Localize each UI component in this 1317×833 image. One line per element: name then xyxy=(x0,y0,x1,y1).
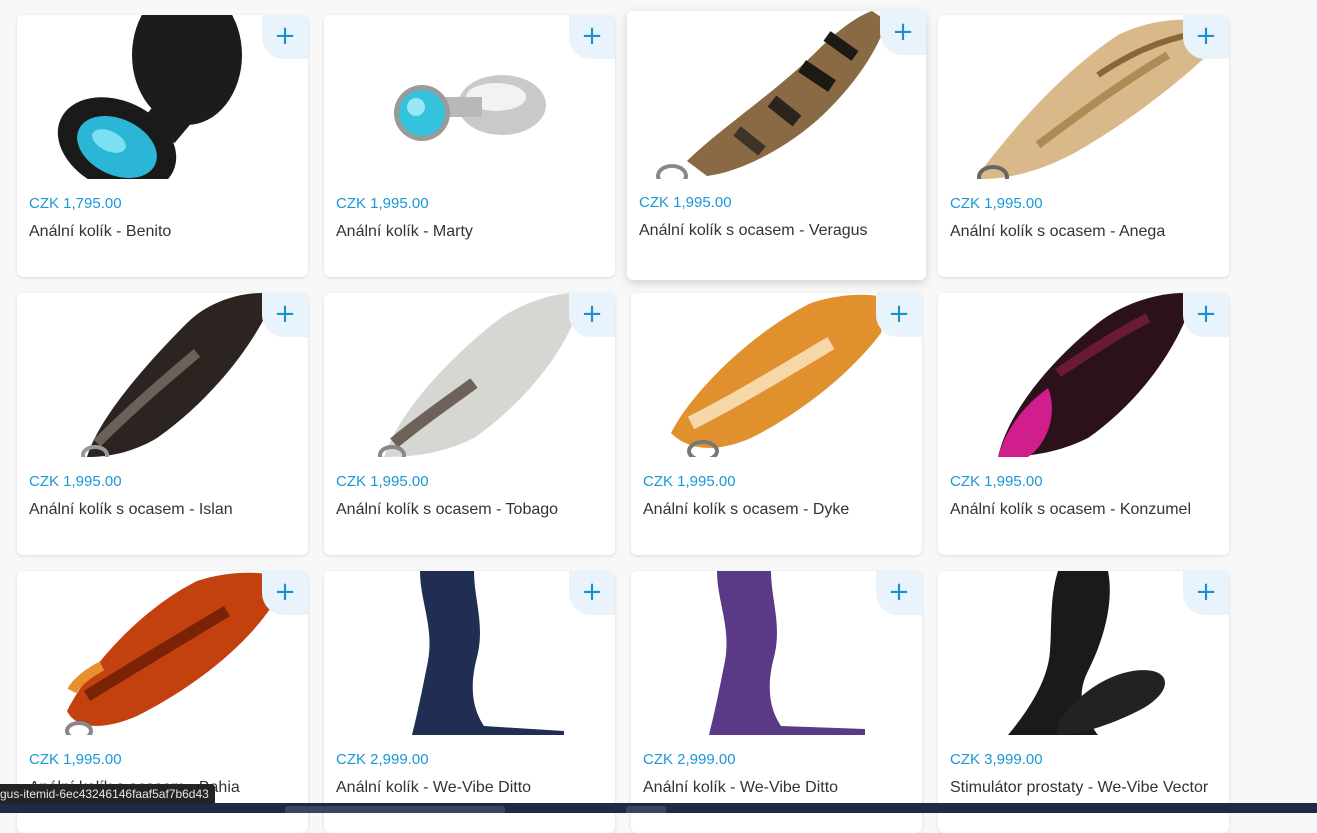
product-name[interactable]: Anální kolík - We-Vibe Ditto xyxy=(336,777,606,798)
product-name[interactable]: Anální kolík s ocasem - Konzumel xyxy=(950,499,1220,520)
add-to-cart-button[interactable]: + xyxy=(1183,15,1229,59)
add-to-cart-button[interactable]: + xyxy=(569,293,615,337)
add-to-cart-button[interactable]: + xyxy=(262,15,308,59)
product-price: CZK 1,995.00 xyxy=(639,194,732,211)
product-price: CZK 1,995.00 xyxy=(29,751,122,768)
product-price: CZK 1,995.00 xyxy=(950,195,1043,212)
product-card[interactable]: + CZK 1,995.00 Anální kolík s ocasem - D… xyxy=(631,293,922,555)
product-name[interactable]: Anální kolík - Benito xyxy=(29,221,299,242)
product-card[interactable]: + CZK 1,995.00 Anální kolík s ocasem - I… xyxy=(17,293,308,555)
add-to-cart-button[interactable]: + xyxy=(1183,571,1229,615)
product-name[interactable]: Anální kolík - We-Vibe Ditto xyxy=(643,777,913,798)
taskbar-item[interactable] xyxy=(285,806,505,813)
product-price: CZK 1,995.00 xyxy=(29,473,122,490)
add-to-cart-button[interactable]: + xyxy=(569,15,615,59)
add-to-cart-button[interactable]: + xyxy=(262,293,308,337)
product-card[interactable]: + CZK 1,995.00 Anální kolík s ocasem - T… xyxy=(324,293,615,555)
add-to-cart-button[interactable]: + xyxy=(880,11,926,55)
add-to-cart-button[interactable]: + xyxy=(262,571,308,615)
product-price: CZK 1,995.00 xyxy=(336,195,429,212)
product-name[interactable]: Anální kolík s ocasem - Anega xyxy=(950,221,1220,242)
product-card[interactable]: + CZK 1,995.00 Anální kolík - Marty xyxy=(324,15,615,277)
product-name[interactable]: Anální kolík s ocasem - Tobago xyxy=(336,499,606,520)
product-price: CZK 1,795.00 xyxy=(29,195,122,212)
product-name[interactable]: Stimulátor prostaty - We-Vibe Vector xyxy=(950,777,1220,798)
product-card[interactable]: + CZK 3,999.00 Stimulátor prostaty - We-… xyxy=(938,571,1229,833)
product-name[interactable]: Anální kolík s ocasem - Dyke xyxy=(643,499,913,520)
product-price: CZK 3,999.00 xyxy=(950,751,1043,768)
add-to-cart-button[interactable]: + xyxy=(1183,293,1229,337)
add-to-cart-button[interactable]: + xyxy=(569,571,615,615)
product-card[interactable]: + CZK 1,995.00 Anální kolík s ocasem - K… xyxy=(938,293,1229,555)
product-price: CZK 1,995.00 xyxy=(336,473,429,490)
product-price: CZK 2,999.00 xyxy=(643,751,736,768)
product-name[interactable]: Anální kolík s ocasem - Islan xyxy=(29,499,299,520)
product-card[interactable]: + CZK 1,995.00 Anální kolík s ocasem - V… xyxy=(627,11,926,280)
product-name[interactable]: Anální kolík - Marty xyxy=(336,221,606,242)
product-price: CZK 1,995.00 xyxy=(643,473,736,490)
product-price: CZK 2,999.00 xyxy=(336,751,429,768)
product-card[interactable]: + CZK 2,999.00 Anální kolík - We-Vibe Di… xyxy=(631,571,922,833)
add-to-cart-button[interactable]: + xyxy=(876,571,922,615)
product-card[interactable]: + CZK 1,995.00 Anální kolík s ocasem - A… xyxy=(938,15,1229,277)
product-card[interactable]: + CZK 1,795.00 Anální kolík - Benito xyxy=(17,15,308,277)
product-name[interactable]: Anální kolík s ocasem - Veragus xyxy=(639,220,909,241)
add-to-cart-button[interactable]: + xyxy=(876,293,922,337)
link-status-bar: gus-itemid-6ec43246146faaf5af7b6d43 xyxy=(0,784,215,804)
product-card[interactable]: + CZK 2,999.00 Anální kolík - We-Vibe Di… xyxy=(324,571,615,833)
taskbar-item[interactable] xyxy=(626,806,666,813)
product-price: CZK 1,995.00 xyxy=(950,473,1043,490)
